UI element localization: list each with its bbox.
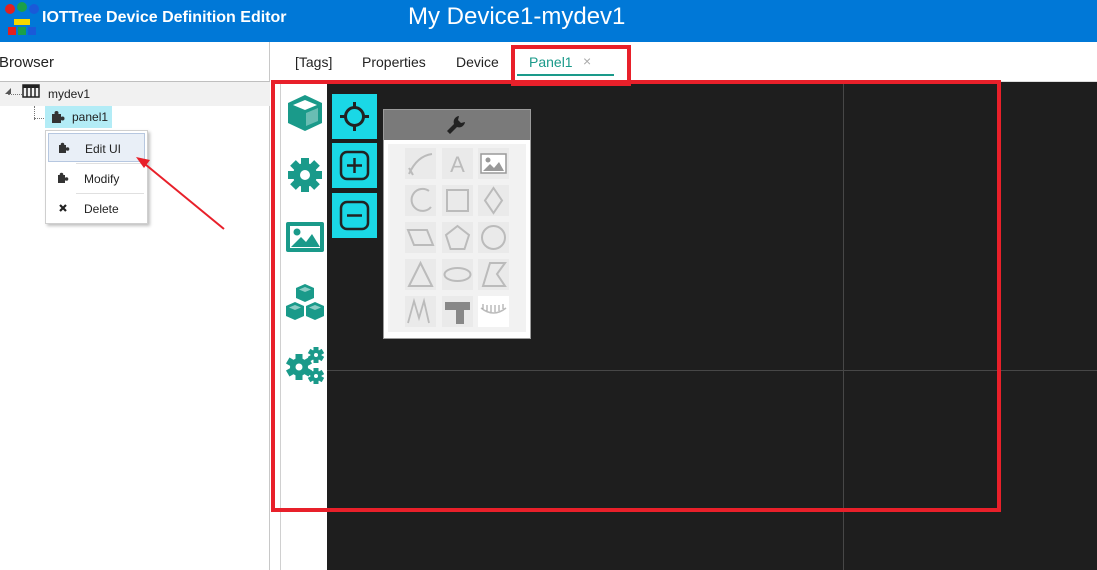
- title-bar: IOTTree Device Definition Editor My Devi…: [0, 0, 1097, 42]
- tree-collapse-icon[interactable]: [4, 87, 12, 95]
- iottree-logo-icon: [5, 2, 39, 35]
- device-icon: [22, 84, 40, 98]
- puzzle-icon: [59, 142, 70, 153]
- document-title: My Device1-mydev1: [408, 3, 626, 30]
- tree-node-label[interactable]: panel1: [72, 110, 108, 124]
- browser-title: Browser: [0, 54, 55, 71]
- tab-tags[interactable]: [Tags]: [295, 54, 332, 70]
- menu-item-label: Modify: [84, 172, 120, 186]
- menu-item-edit-ui[interactable]: Edit UI: [48, 133, 145, 162]
- tab-bar: [Tags] Properties Device Panel1: [280, 42, 1097, 82]
- menu-item-label: Delete: [84, 202, 119, 216]
- x-icon: [59, 204, 67, 212]
- tree-node-mydev1[interactable]: [0, 82, 270, 106]
- puzzle-icon: [52, 111, 65, 123]
- annotation-box-editor: [271, 80, 1001, 512]
- tab-properties[interactable]: Properties: [362, 54, 426, 70]
- menu-item-label: Edit UI: [85, 142, 122, 156]
- tree-node-panel1[interactable]: panel1: [45, 106, 112, 128]
- app-title: IOTTree Device Definition Editor: [42, 9, 287, 26]
- menu-item-modify[interactable]: Modify: [48, 164, 145, 193]
- browser-panel: Browser mydev1 panel1 Edit UI Modify Del…: [0, 42, 270, 570]
- tab-device[interactable]: Device: [456, 54, 499, 70]
- context-menu: Edit UI Modify Delete: [45, 130, 148, 224]
- menu-item-delete[interactable]: Delete: [48, 194, 145, 223]
- tree-node-label[interactable]: mydev1: [48, 87, 90, 101]
- puzzle-icon: [58, 172, 69, 183]
